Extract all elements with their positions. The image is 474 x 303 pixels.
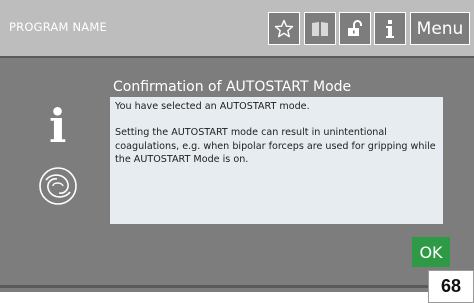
book-icon — [312, 21, 328, 36]
device-screen: PROGRAM NAME Menu Confirmation of AUTOST… — [0, 0, 474, 292]
menu-button[interactable]: Menu — [410, 12, 470, 45]
unlock-icon — [348, 19, 362, 36]
bottom-divider — [0, 285, 474, 288]
top-bar: PROGRAM NAME Menu — [0, 0, 474, 56]
header-divider — [0, 56, 474, 58]
message-paragraph: You have selected an AUTOSTART mode. — [115, 101, 310, 112]
ok-button[interactable]: OK — [412, 237, 450, 267]
manual-button[interactable] — [304, 12, 336, 45]
star-icon — [274, 19, 294, 37]
dialog-title: Confirmation of AUTOSTART Mode — [113, 79, 352, 95]
brand-logo-icon — [39, 167, 77, 205]
info-symbol: i — [49, 99, 67, 153]
program-name: PROGRAM NAME — [9, 20, 107, 34]
page-number: 68 — [428, 270, 474, 303]
info-icon — [386, 19, 394, 38]
favorites-button[interactable] — [268, 12, 300, 45]
message-box: You have selected an AUTOSTART mode. Set… — [110, 97, 443, 224]
info-button[interactable] — [374, 12, 406, 45]
message-paragraph: Setting the AUTOSTART mode can result in… — [115, 127, 436, 166]
lock-button[interactable] — [339, 12, 371, 45]
